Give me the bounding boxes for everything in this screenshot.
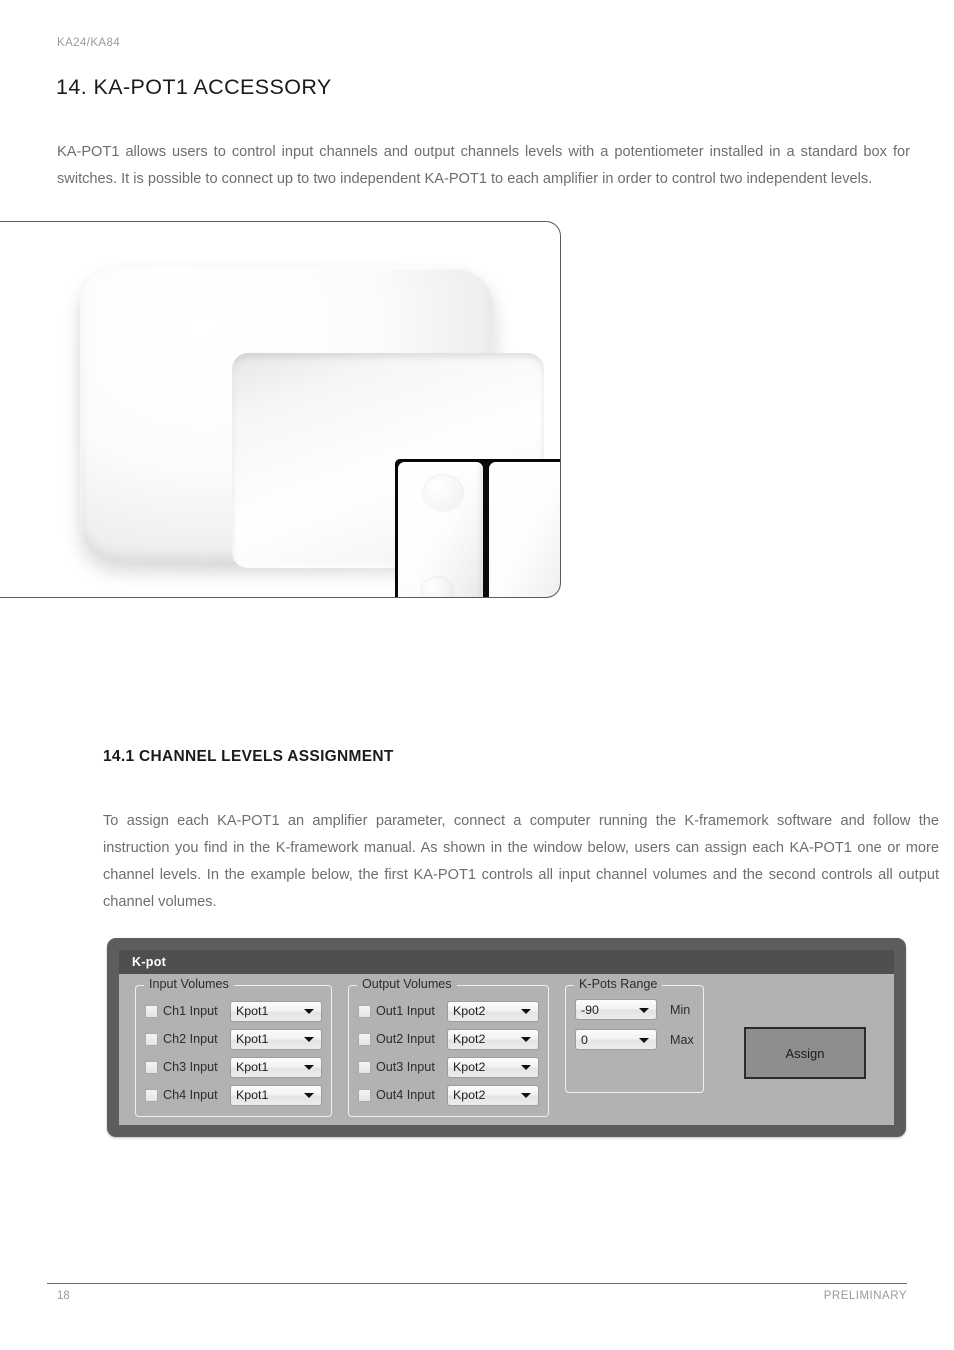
document-reference: KA24/KA84 [57,37,121,49]
output-row-out2: Out2 Input Kpot2 [358,1027,539,1051]
checkbox-out4-input[interactable] [358,1088,371,1102]
combo-out2-kpot[interactable]: Kpot2 [447,1028,539,1050]
chevron-down-icon [521,1009,531,1014]
label-out4-input: Out4 Input [376,1088,435,1102]
chevron-down-icon [304,1009,314,1014]
label-ch3-input: Ch3 Input [163,1060,218,1074]
input-row-ch2: Ch2 Input Kpot1 [145,1027,322,1051]
wall-plate-outer [80,267,560,597]
checkbox-out1-input[interactable] [358,1004,371,1018]
label-ch4-input: Ch4 Input [163,1088,218,1102]
kpots-range-group: K-Pots Range -90 Min 0 Max [565,977,704,1093]
checkbox-ch4-input[interactable] [145,1088,158,1102]
combo-value-ch4: Kpot1 [236,1088,269,1102]
combo-value-out3: Kpot2 [453,1060,486,1074]
kpot-dialog-inner: K-pot Input Volumes Ch1 Input Kpot1 Ch2 … [119,950,894,1125]
output-row-out4: Out4 Input Kpot2 [358,1083,539,1107]
chevron-down-icon [304,1093,314,1098]
combo-value-ch2: Kpot1 [236,1032,269,1046]
chevron-down-icon [521,1093,531,1098]
label-ch2-input: Ch2 Input [163,1032,218,1046]
page-number: 18 [57,1290,70,1302]
chevron-down-icon [304,1037,314,1042]
combo-ch4-kpot[interactable]: Kpot1 [230,1084,322,1106]
rocker-dimple-bottom [420,576,454,597]
combo-out3-kpot[interactable]: Kpot2 [447,1056,539,1078]
kpot-dialog-body: Input Volumes Ch1 Input Kpot1 Ch2 Input … [119,974,894,1125]
wall-plate-bezel [232,353,560,597]
input-row-ch4: Ch4 Input Kpot1 [145,1083,322,1107]
kpots-range-legend: K-Pots Range [574,977,663,991]
footer-divider [47,1283,907,1284]
output-row-out3: Out3 Input Kpot2 [358,1055,539,1079]
label-max: Max [670,1032,694,1047]
chevron-down-icon [639,1007,649,1013]
input-volumes-legend: Input Volumes [144,977,234,991]
label-ch1-input: Ch1 Input [163,1004,218,1018]
range-row-min: -90 Min [575,999,694,1020]
combo-out4-kpot[interactable]: Kpot2 [447,1084,539,1106]
section-paragraph: To assign each KA-POT1 an amplifier para… [103,812,939,910]
rocker-switch-middle [489,462,560,597]
combo-ch3-kpot[interactable]: Kpot1 [230,1056,322,1078]
combo-range-max[interactable]: 0 [575,1029,657,1050]
chevron-down-icon [639,1037,649,1043]
kpot-titlebar: K-pot [119,950,894,974]
input-row-ch3: Ch3 Input Kpot1 [145,1055,322,1079]
output-volumes-legend: Output Volumes [357,977,457,991]
input-volumes-group: Input Volumes Ch1 Input Kpot1 Ch2 Input … [135,977,332,1117]
assign-button[interactable]: Assign [744,1027,866,1079]
label-out1-input: Out1 Input [376,1004,435,1018]
output-volumes-group: Output Volumes Out1 Input Kpot2 Out2 Inp… [348,977,549,1117]
wall-plate-photo [0,222,560,597]
output-row-out1: Out1 Input Kpot2 [358,999,539,1023]
switch-well [395,459,560,597]
combo-value-out4: Kpot2 [453,1088,486,1102]
checkbox-ch1-input[interactable] [145,1004,158,1018]
label-out2-input: Out2 Input [376,1032,435,1046]
combo-range-min[interactable]: -90 [575,999,657,1020]
combo-value-min: -90 [581,1002,599,1017]
checkbox-ch2-input[interactable] [145,1032,158,1046]
range-row-max: 0 Max [575,1029,694,1050]
combo-out1-kpot[interactable]: Kpot2 [447,1000,539,1022]
rocker-switch-left [398,462,483,597]
kpot-window-title: K-pot [132,955,167,969]
combo-value-ch3: Kpot1 [236,1060,269,1074]
chevron-down-icon [521,1037,531,1042]
page-title: 14. KA-POT1 ACCESSORY [56,75,332,100]
combo-value-out2: Kpot2 [453,1032,486,1046]
combo-value-max: 0 [581,1032,588,1047]
chevron-down-icon [304,1065,314,1070]
checkbox-out2-input[interactable] [358,1032,371,1046]
product-photo-frame [0,221,561,598]
checkbox-ch3-input[interactable] [145,1060,158,1074]
combo-value-ch1: Kpot1 [236,1004,269,1018]
input-row-ch1: Ch1 Input Kpot1 [145,999,322,1023]
checkbox-out3-input[interactable] [358,1060,371,1074]
footer-status: PRELIMINARY [823,1290,907,1302]
label-min: Min [670,1002,691,1017]
combo-ch1-kpot[interactable]: Kpot1 [230,1000,322,1022]
combo-value-out1: Kpot2 [453,1004,486,1018]
combo-ch2-kpot[interactable]: Kpot1 [230,1028,322,1050]
section-title: 14.1 CHANNEL LEVELS ASSIGNMENT [103,747,394,765]
chevron-down-icon [521,1065,531,1070]
kpot-dialog-window: K-pot Input Volumes Ch1 Input Kpot1 Ch2 … [107,938,906,1137]
rocker-dimple-top [422,474,464,512]
label-out3-input: Out3 Input [376,1060,435,1074]
intro-paragraph: KA-POT1 allows users to control input ch… [57,143,910,187]
